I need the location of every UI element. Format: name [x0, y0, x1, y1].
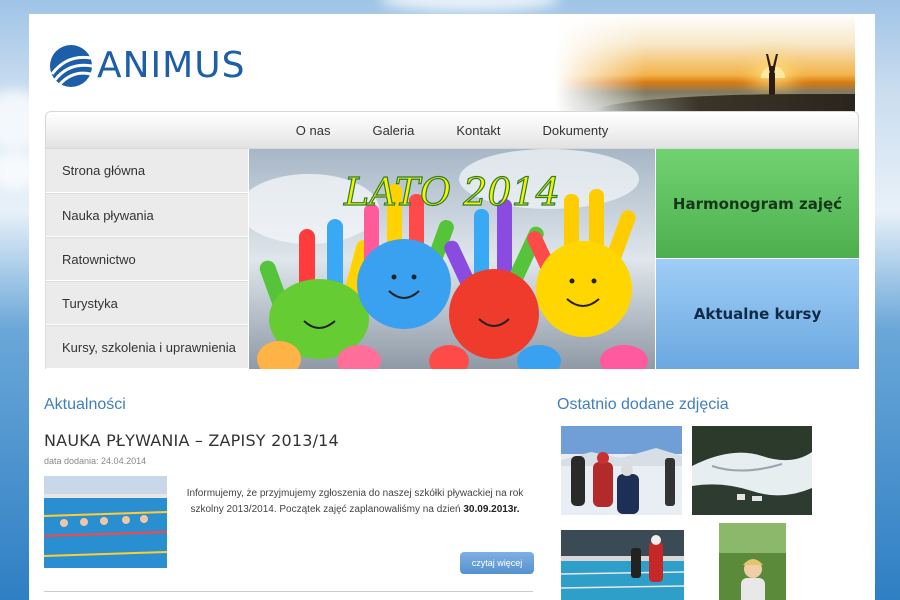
- gallery-photo-pool-party[interactable]: [561, 530, 684, 600]
- news-article-date: data dodania: 24.04.2014: [44, 456, 147, 466]
- site-header: ANIMUS: [29, 14, 875, 114]
- news-article-excerpt: Informujemy, że przyjmujemy zgłoszenia d…: [179, 486, 531, 518]
- pool-party-image: [561, 530, 684, 600]
- main-nav: O nas Galeria Kontakt Dokumenty: [45, 111, 859, 149]
- hero-banner[interactable]: LATO 2014: [249, 149, 655, 369]
- news-section-title: Aktualności: [44, 396, 126, 413]
- swimming-pool-image: [44, 476, 167, 568]
- gallery-photo-ski-people[interactable]: [561, 426, 682, 515]
- read-more-button[interactable]: czytaj więcej: [460, 552, 534, 574]
- nav-item-galeria[interactable]: Galeria: [372, 123, 414, 138]
- news-excerpt-date: 30.09.2013r.: [463, 504, 520, 515]
- side-menu-item-kursy[interactable]: Kursy, szkolenia i uprawnienia: [46, 325, 248, 369]
- side-menu: Strona główna Nauka pływania Ratownictwo…: [45, 149, 248, 369]
- nav-item-dokumenty[interactable]: Dokumenty: [542, 123, 608, 138]
- page-container: ANIMUS O nas Galeria Kontakt Dokumenty S…: [29, 14, 875, 600]
- side-menu-item-nauka-plywania[interactable]: Nauka pływania: [46, 193, 248, 237]
- ski-people-image: [561, 426, 682, 515]
- header-sunset-image: [555, 14, 855, 112]
- banner-text: LATO 2014: [343, 170, 560, 214]
- site-logo[interactable]: ANIMUS: [49, 44, 245, 88]
- news-divider: [44, 591, 533, 592]
- nav-item-o-nas[interactable]: O nas: [296, 123, 331, 138]
- girl-outdoor-image: [719, 523, 786, 600]
- logo-text: ANIMUS: [97, 45, 246, 86]
- background-cloud: [380, 0, 560, 12]
- sunset-hill: [595, 94, 855, 112]
- logo-swoosh-icon: [50, 45, 93, 87]
- news-article-title[interactable]: NAUKA PŁYWANIA – ZAPISY 2013/14: [44, 431, 339, 450]
- gallery-photo-girl-outdoor[interactable]: [719, 523, 786, 600]
- schedule-tile[interactable]: Harmonogram zajęć: [656, 149, 859, 258]
- side-menu-item-ratownictwo[interactable]: Ratownictwo: [46, 237, 248, 281]
- news-article-thumbnail[interactable]: [44, 476, 167, 568]
- person-silhouette-icon: [766, 54, 778, 98]
- courses-tile[interactable]: Aktualne kursy: [656, 259, 859, 369]
- ski-slope-image: [692, 426, 812, 515]
- gallery-photo-ski-slope[interactable]: [692, 426, 812, 515]
- side-menu-item-turystyka[interactable]: Turystyka: [46, 281, 248, 325]
- side-menu-item-strona-glowna[interactable]: Strona główna: [46, 149, 248, 193]
- nav-item-kontakt[interactable]: Kontakt: [456, 123, 500, 138]
- painted-hands-image: LATO 2014: [249, 149, 655, 369]
- photos-section-title: Ostatnio dodane zdjęcia: [557, 396, 729, 413]
